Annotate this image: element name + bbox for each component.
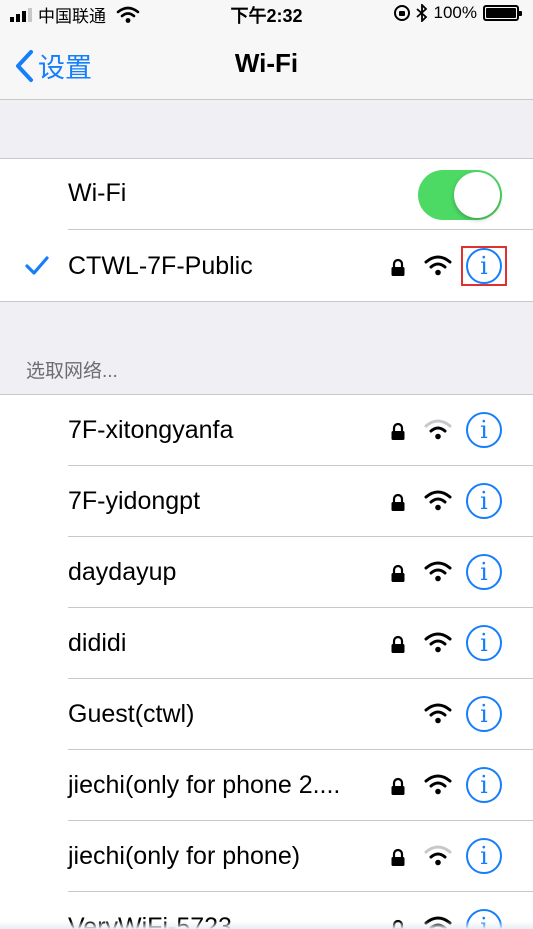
network-name: 7F-xitongyanfa <box>68 416 234 444</box>
info-button[interactable]: i <box>466 838 502 874</box>
lock-icon <box>391 635 405 653</box>
wifi-settings-group: Wi-Fi CTWL-7F-Public i <box>0 158 533 302</box>
info-button[interactable]: i <box>466 625 502 661</box>
wifi-signal-icon <box>424 774 452 795</box>
info-button[interactable]: i <box>466 696 502 732</box>
lock-icon <box>391 422 405 440</box>
status-bar: 中国联通 下午2:32 100% <box>0 0 533 28</box>
battery-percent: 100% <box>433 3 477 22</box>
network-row[interactable]: jiechi(only for phone 2.... i <box>0 750 533 821</box>
wifi-signal-icon <box>424 845 452 866</box>
network-name: Guest(ctwl) <box>68 700 195 728</box>
network-row[interactable]: 7F-yidongpt i <box>0 466 533 537</box>
networks-list: 7F-xitongyanfa i 7F-yidongpt i daydayup … <box>0 394 533 929</box>
network-name: 7F-yidongpt <box>68 487 201 515</box>
wifi-signal-icon <box>424 419 452 440</box>
wifi-signal-icon <box>424 490 452 511</box>
info-button[interactable]: i <box>466 412 502 448</box>
network-row[interactable]: 7F-xitongyanfa i <box>0 395 533 466</box>
wifi-toggle-row: Wi-Fi <box>0 159 533 230</box>
orientation-lock-icon <box>393 5 410 21</box>
bluetooth-icon <box>415 4 427 22</box>
connected-network-name: CTWL-7F-Public <box>68 252 253 280</box>
network-name: jiechi(only for phone 2.... <box>68 771 341 799</box>
wifi-toggle-label: Wi-Fi <box>68 179 127 207</box>
connected-network-row[interactable]: CTWL-7F-Public i <box>0 231 533 302</box>
network-name: dididi <box>68 629 127 657</box>
info-button[interactable]: i <box>466 248 502 284</box>
section-header: 选取网络... <box>26 361 118 382</box>
wifi-signal-icon <box>424 561 452 582</box>
lock-icon <box>391 493 405 511</box>
toggle-knob <box>454 172 500 218</box>
checkmark-icon <box>25 256 49 275</box>
row-divider <box>68 229 533 230</box>
network-row[interactable]: daydayup i <box>0 537 533 608</box>
navigation-bar: 设置 Wi-Fi <box>0 28 533 100</box>
wifi-toggle-switch[interactable] <box>418 170 502 220</box>
info-button[interactable]: i <box>466 483 502 519</box>
wifi-signal-icon <box>424 703 452 724</box>
lock-icon <box>391 848 405 866</box>
wifi-signal-icon <box>424 255 452 276</box>
network-row[interactable]: Guest(ctwl) i <box>0 679 533 750</box>
wifi-signal-icon <box>424 632 452 653</box>
network-name: daydayup <box>68 558 177 586</box>
network-row[interactable]: jiechi(only for phone) i <box>0 821 533 892</box>
page-title: Wi-Fi <box>234 48 299 78</box>
lock-icon <box>391 258 405 276</box>
network-name: jiechi(only for phone) <box>68 842 301 870</box>
battery-icon <box>483 5 522 21</box>
lock-icon <box>391 564 405 582</box>
bottom-fade <box>0 921 533 929</box>
info-button[interactable]: i <box>466 767 502 803</box>
network-row[interactable]: dididi i <box>0 608 533 679</box>
info-button[interactable]: i <box>466 554 502 590</box>
status-right: 100% <box>393 3 522 23</box>
lock-icon <box>391 777 405 795</box>
battery-fill <box>486 8 516 18</box>
